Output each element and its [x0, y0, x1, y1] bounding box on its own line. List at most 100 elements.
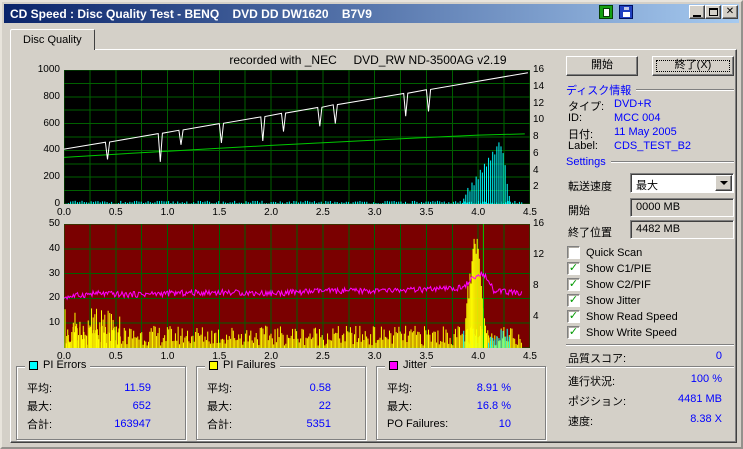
legend-row-value: 16.8 % — [476, 400, 511, 412]
tick-label: 0 — [54, 198, 60, 209]
minimize-icon — [693, 14, 701, 17]
quality-score-label: 品質スコア: — [568, 353, 627, 365]
separator — [566, 366, 734, 368]
legend-title: PI Errors — [25, 359, 91, 371]
checkbox-show-read-speed[interactable]: ✓ Show Read Speed — [567, 309, 735, 324]
legend-row-label: 最大: — [207, 401, 233, 413]
series-jitter — [63, 271, 523, 301]
legend-title: PI Failures — [205, 359, 280, 371]
legend-row-value: 5351 — [306, 418, 331, 430]
legend-row-label: 合計: — [207, 419, 233, 431]
save-icon-shutter — [624, 7, 629, 10]
quality-score-value: 0 — [715, 350, 722, 362]
legend-row: 平均: 11.59 — [17, 379, 185, 397]
check-icon: ✓ — [568, 310, 579, 322]
checkbox-label: Show Read Speed — [586, 310, 678, 323]
tick-label: 1.0 — [160, 207, 175, 218]
separator — [610, 160, 734, 163]
legend-row-value: 22 — [318, 400, 331, 412]
legend-title-label: PI Failures — [223, 359, 276, 371]
transfer-speed-label: 転送速度 — [568, 181, 612, 193]
start-position-field[interactable]: 0000 MB — [630, 198, 734, 217]
tick-label: 2.5 — [315, 207, 330, 218]
tab-label: Disc Quality — [23, 34, 82, 46]
checkbox-show-c1-pie[interactable]: ✓ Show C1/PIE — [567, 261, 735, 276]
pi-failures-swatch-icon — [209, 360, 218, 370]
end-position-field[interactable]: 4482 MB — [630, 220, 734, 239]
tick-label: 4.0 — [471, 351, 486, 362]
legend-row-value: 163947 — [114, 418, 151, 430]
tick-label: 800 — [43, 90, 60, 102]
legend-row: 最大: 16.8 % — [377, 397, 545, 415]
checkbox-show-jitter[interactable]: ✓ Show Jitter — [567, 293, 735, 308]
checkbox-label: Show Jitter — [586, 294, 641, 307]
combobox-value: 最大 — [636, 180, 658, 192]
dropdown-arrow-button[interactable] — [715, 175, 732, 191]
disc-info-row-date: 日付: 11 May 2005 — [568, 126, 734, 141]
end-position-value: 4482 MB — [636, 223, 681, 235]
disc-info-row-id: ID: MCC 004 — [568, 112, 734, 125]
start-position-label: 開始 — [568, 205, 590, 217]
transfer-speed-combobox[interactable]: 最大 — [630, 173, 734, 193]
copy-icon-page — [603, 8, 610, 17]
status-speed-value: 8.38 X — [690, 413, 722, 425]
tick-label: 400 — [43, 144, 60, 156]
tick-label: 40 — [48, 242, 60, 254]
close-icon: ✕ — [725, 6, 735, 17]
legend-title-label: PI Errors — [43, 359, 87, 371]
exit-button[interactable]: 終了(X) — [652, 56, 734, 76]
tick-label: 4.5 — [523, 207, 537, 218]
jitter-swatch-icon — [389, 360, 398, 370]
copy-icon[interactable] — [599, 5, 613, 19]
tick-label: 4.0 — [471, 207, 486, 218]
maximize-button[interactable] — [705, 5, 721, 19]
disc-info-row-label: Label: CDS_TEST_B2 — [568, 140, 734, 153]
check-icon: ✓ — [568, 294, 579, 306]
series-write-speed — [63, 72, 528, 162]
tick-label: 1.5 — [212, 207, 227, 218]
focus-rect — [656, 60, 730, 72]
legend-row-label: 平均: — [27, 383, 53, 395]
checkbox-box: ✓ — [567, 310, 580, 323]
maximize-icon — [708, 8, 718, 16]
close-button[interactable]: ✕ — [722, 5, 738, 19]
legend-row: 合計: 5351 — [197, 415, 365, 433]
disc-info-header: ディスク情報 — [566, 83, 734, 97]
chart-canvas — [63, 69, 531, 205]
disc-info-header-label: ディスク情報 — [566, 84, 632, 97]
legend-row-label: 最大: — [27, 401, 53, 413]
check-icon: ✓ — [568, 278, 579, 290]
checkbox-show-c2-pif[interactable]: ✓ Show C2/PIF — [567, 277, 735, 292]
checkbox-show-write-speed[interactable]: ✓ Show Write Speed — [567, 325, 735, 340]
tick-label: 0.5 — [108, 207, 123, 218]
legend-row-value: 0.58 — [309, 382, 331, 394]
save-icon[interactable] — [619, 5, 633, 19]
disc-info-label: ID: — [568, 112, 583, 124]
legend-jitter: Jitter 平均: 8.91 % 最大: 16.8 % PO Failures: 1… — [376, 359, 546, 440]
legend-row-label: 最大: — [387, 401, 413, 413]
legend-row-value: 8.91 % — [476, 382, 511, 394]
checkbox-box: ✓ — [567, 278, 580, 291]
tick-label: 0.5 — [108, 351, 123, 362]
checkbox-box: ✓ — [567, 246, 580, 259]
start-button[interactable]: 開始 — [566, 56, 638, 76]
tab-disc-quality[interactable]: Disc Quality — [10, 29, 95, 50]
checkbox-label: Show Write Speed — [586, 326, 677, 339]
checkbox-label: Show C1/PIE — [586, 262, 652, 275]
tick-label: 2.0 — [264, 207, 279, 218]
check-icon: ✓ — [568, 262, 579, 274]
disc-info-value: MCC 004 — [614, 112, 661, 124]
tick-label: 3.5 — [419, 207, 434, 218]
status-position-value: 4481 MB — [677, 393, 722, 405]
pif-jitter-chart: 50 40 30 20 10 16 12 8 4 0.0 0.5 1.0 1.5 2.0 2.5 3.0 3.5… — [36, 218, 544, 366]
minimize-button[interactable] — [689, 5, 705, 19]
status-speed-label: 速度: — [568, 416, 594, 428]
tick-label: 20 — [48, 292, 60, 304]
tick-label: 1.0 — [160, 351, 175, 362]
disc-info-value: DVD+R — [614, 98, 652, 110]
chart-canvas — [63, 223, 531, 349]
checkbox-box: ✓ — [567, 326, 580, 339]
checkbox-quick-scan[interactable]: ✓ Quick Scan — [567, 245, 735, 260]
legend-row: 平均: 0.58 — [197, 379, 365, 397]
disc-info-label: Label: — [568, 140, 598, 152]
